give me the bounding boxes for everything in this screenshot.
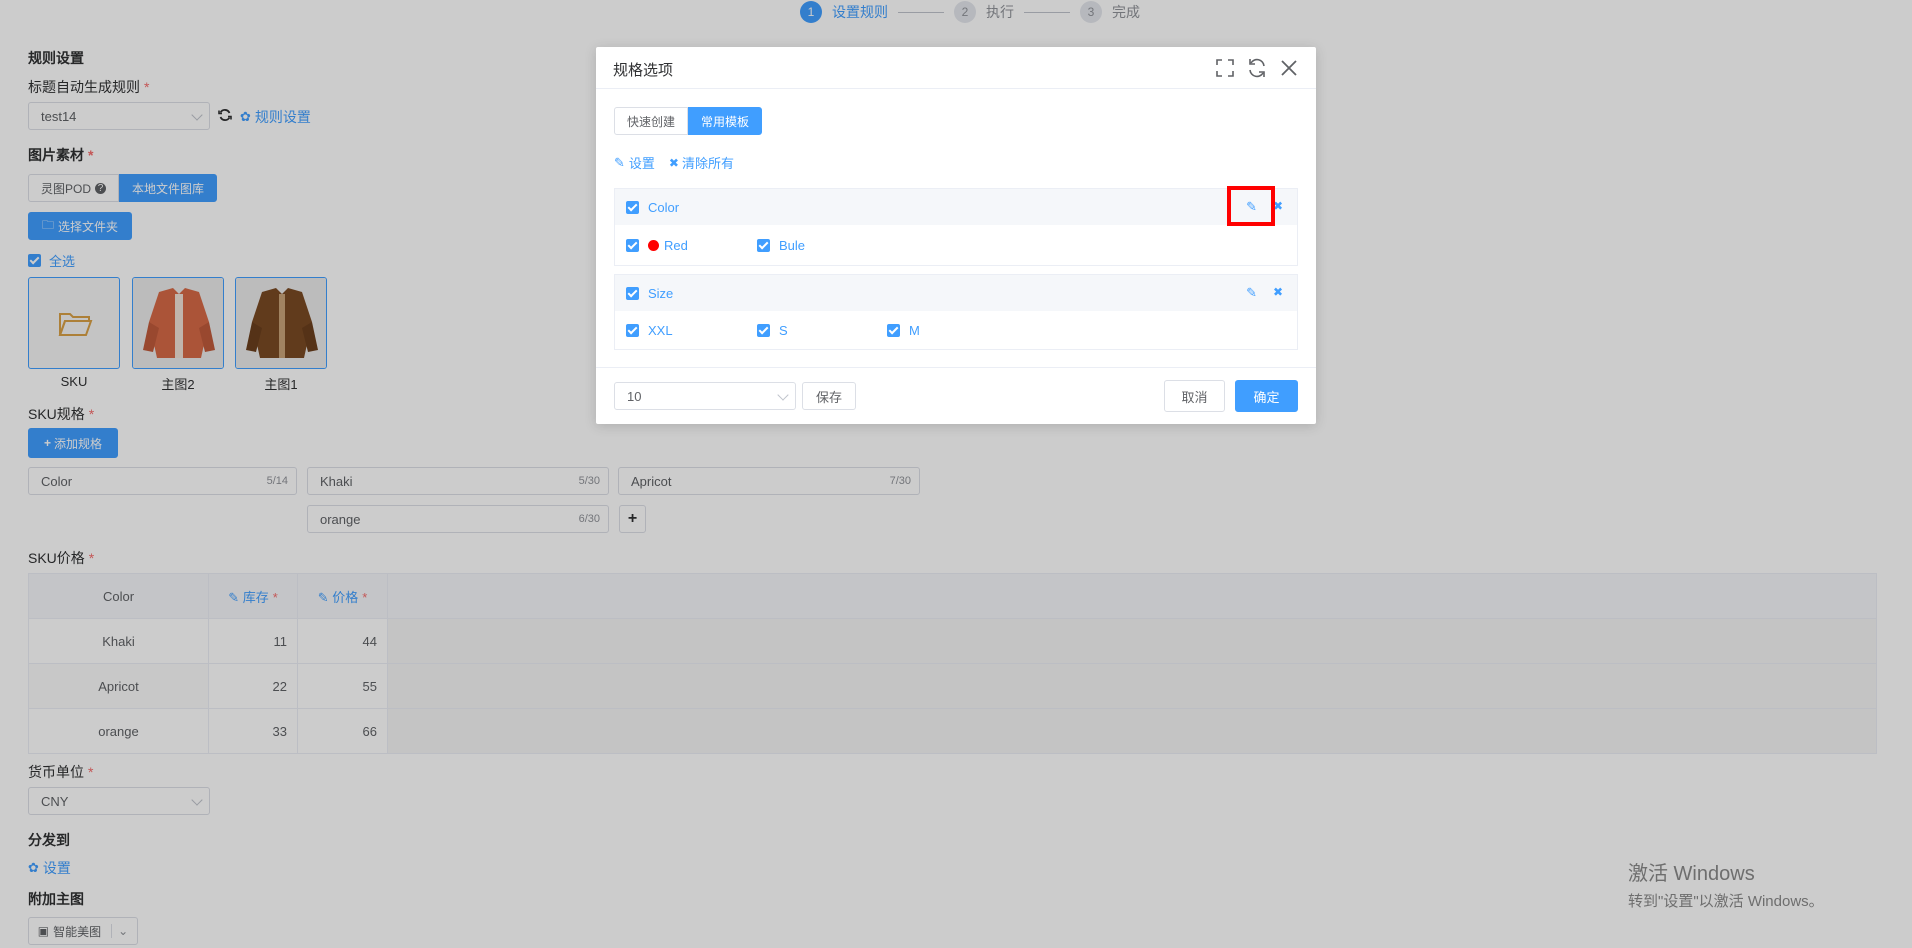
- edit-icon: ✎: [614, 154, 625, 170]
- cancel-button[interactable]: 取消: [1164, 380, 1225, 412]
- page-size-value: 10: [627, 388, 642, 404]
- dialog-tabs: 快速创建 常用模板: [614, 107, 763, 135]
- spec-group-name: Color: [648, 199, 680, 215]
- spec-options-dialog: 规格选项 快速创建 常用模板 ✎ 设置 ✖ 清除所有 Color ✎ ✖ Red…: [596, 47, 1316, 424]
- tab-quick-label: 快速创建: [627, 114, 676, 129]
- checkbox-checked-icon: [626, 323, 639, 337]
- spec-group-color: Color ✎ ✖ Red Bule: [614, 188, 1298, 266]
- color-swatch: [648, 239, 659, 251]
- option-label: S: [779, 322, 788, 338]
- option-m[interactable]: M: [887, 323, 920, 338]
- tab-quick-create[interactable]: 快速创建: [614, 107, 689, 135]
- highlight-box: [1227, 186, 1275, 226]
- spec-group-header: Color ✎ ✖: [615, 189, 1297, 225]
- tab-template-label: 常用模板: [701, 114, 750, 129]
- chevron-down-icon: [777, 389, 789, 401]
- option-s[interactable]: S: [757, 323, 788, 338]
- option-label: Bule: [779, 237, 806, 253]
- refresh-icon[interactable]: [1246, 57, 1268, 79]
- option-label: M: [909, 322, 920, 338]
- checkbox-checked-icon[interactable]: [626, 200, 639, 214]
- dialog-settings-link[interactable]: 设置: [629, 153, 655, 172]
- confirm-button[interactable]: 确定: [1235, 380, 1298, 412]
- spec-group-size: Size ✎ ✖ XXL S M: [614, 274, 1298, 350]
- dialog-header: 规格选项: [596, 47, 1316, 89]
- option-label: Red: [664, 237, 688, 253]
- checkbox-checked-icon: [626, 238, 639, 252]
- fullscreen-icon[interactable]: [1214, 57, 1236, 79]
- checkbox-checked-icon: [757, 238, 770, 252]
- spec-group-header: Size ✎ ✖: [615, 275, 1297, 311]
- dialog-actions: ✎ 设置 ✖ 清除所有: [614, 153, 734, 172]
- close-icon: ✖: [668, 155, 679, 170]
- delete-icon[interactable]: ✖: [1273, 285, 1283, 299]
- option-red[interactable]: Red: [626, 238, 688, 253]
- option-bule[interactable]: Bule: [757, 238, 805, 253]
- dialog-footer: 10 保存 取消 确定: [596, 367, 1316, 424]
- clear-all-link[interactable]: 清除所有: [682, 153, 734, 172]
- checkbox-checked-icon[interactable]: [626, 286, 639, 300]
- spec-group-options: XXL S M: [615, 311, 1297, 349]
- save-button[interactable]: 保存: [802, 382, 856, 410]
- option-xxl[interactable]: XXL: [626, 323, 673, 338]
- checkbox-checked-icon: [757, 323, 770, 337]
- checkbox-checked-icon: [887, 323, 900, 337]
- page-size-select[interactable]: 10: [614, 382, 796, 410]
- dialog-title: 规格选项: [613, 62, 674, 79]
- dialog-tools: [1214, 57, 1300, 79]
- option-label: XXL: [648, 322, 673, 338]
- edit-icon[interactable]: ✎: [1246, 285, 1257, 301]
- spec-group-options: Red Bule: [615, 225, 1297, 265]
- tab-common-template[interactable]: 常用模板: [688, 107, 763, 135]
- spec-group-name: Size: [648, 285, 674, 301]
- close-icon[interactable]: [1278, 57, 1300, 79]
